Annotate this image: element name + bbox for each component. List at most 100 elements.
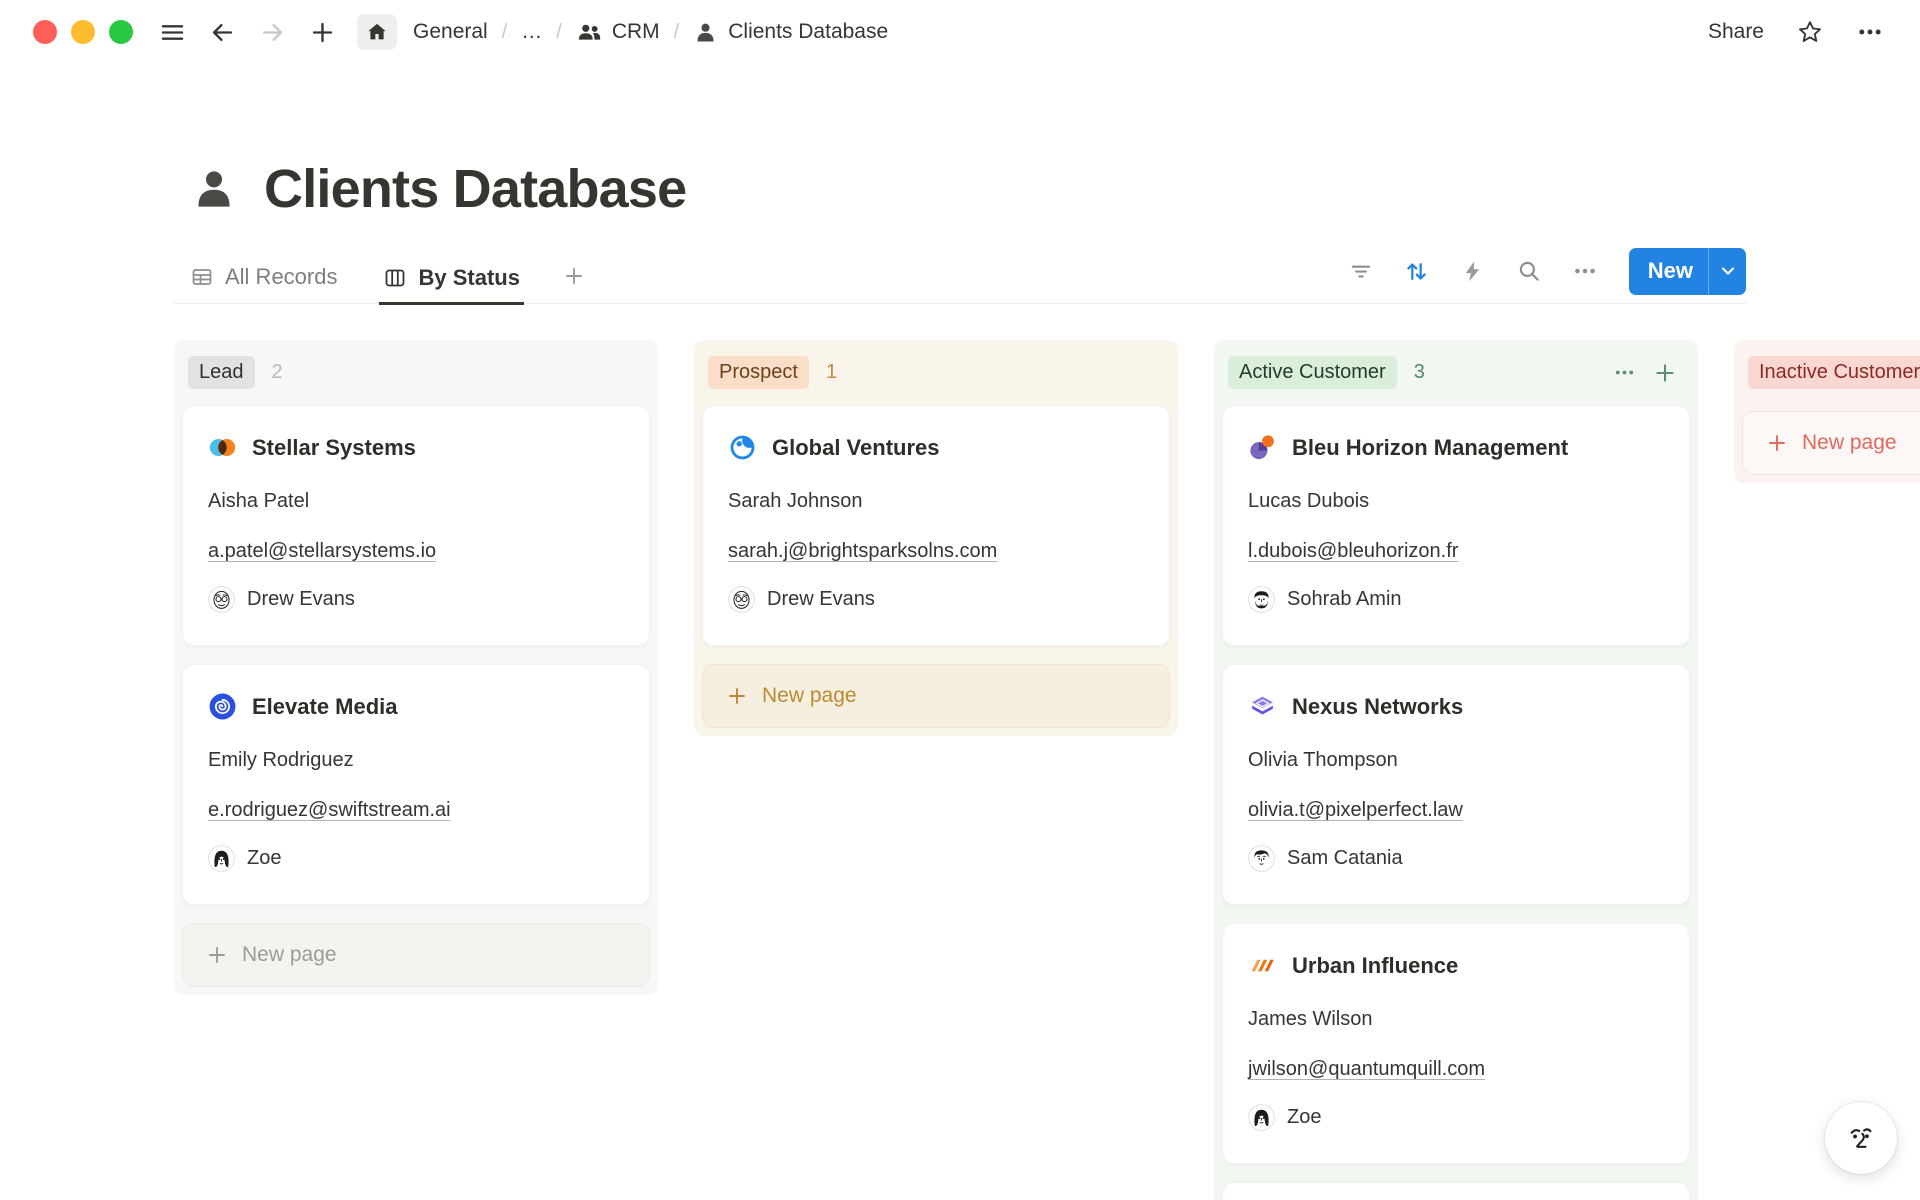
avatar-sam-catania: [1248, 845, 1275, 872]
stellar-systems-logo-icon: [208, 433, 237, 462]
card-urban-influence[interactable]: Urban InfluenceJames Wilsonjwilson@quant…: [1222, 923, 1690, 1164]
page-title: Clients Database: [264, 158, 686, 220]
card-nexus-networks[interactable]: Nexus NetworksOlivia Thompsonolivia.t@pi…: [1222, 664, 1690, 905]
add-view-button[interactable]: [562, 264, 586, 303]
tab-all-records[interactable]: All Records: [186, 264, 341, 303]
share-button[interactable]: Share: [1708, 20, 1764, 44]
new-page-label: New page: [762, 684, 857, 708]
new-page-button[interactable]: New page: [182, 923, 650, 987]
card-title-row: Urban Influence: [1248, 951, 1664, 980]
card-contact-name: Aisha Patel: [208, 490, 624, 513]
new-button-dropdown[interactable]: [1709, 248, 1746, 295]
card-owner-row: Zoe: [1248, 1104, 1664, 1131]
column-count: 1: [826, 361, 837, 384]
view-more-icon[interactable]: [1571, 257, 1599, 285]
breadcrumb-item-crm[interactable]: CRM: [576, 19, 660, 45]
avatar-sohrab-amin: [1248, 586, 1275, 613]
card-email-link[interactable]: jwilson@quantumquill.com: [1248, 1058, 1485, 1080]
breadcrumb-label: Clients Database: [728, 20, 888, 44]
face-icon: [1839, 1116, 1883, 1160]
card-email-link[interactable]: olivia.t@pixelperfect.law: [1248, 799, 1463, 821]
card-email-row: olivia.t@pixelperfect.law: [1248, 799, 1664, 822]
breadcrumb-label: CRM: [612, 20, 660, 44]
column-count: 2: [272, 361, 283, 384]
home-icon[interactable]: [357, 14, 397, 50]
window-minimize-button[interactable]: [71, 20, 95, 44]
elevate-media-logo-icon: [208, 692, 237, 721]
breadcrumb-label: General: [413, 20, 488, 44]
person-icon: [190, 165, 238, 213]
window-close-button[interactable]: [33, 20, 57, 44]
forward-button[interactable]: [257, 17, 287, 47]
plus-icon: [1765, 431, 1789, 455]
window-titlebar: General / … / CRM / Clients Database Sha…: [0, 0, 1920, 64]
view-toolbar: New: [1347, 246, 1746, 296]
card-email-link[interactable]: sarah.j@brightsparksolns.com: [728, 540, 997, 562]
column-status-tag[interactable]: Prospect: [708, 356, 809, 389]
breadcrumb-item-collapsed[interactable]: …: [521, 20, 542, 44]
card-elevate-media[interactable]: Elevate MediaEmily Rodrigueze.rodriguez@…: [182, 664, 650, 905]
new-page-button[interactable]: New page: [702, 664, 1170, 728]
new-page-button[interactable]: New page: [1742, 411, 1920, 475]
column-add-icon[interactable]: [1652, 360, 1678, 386]
favorite-star-icon[interactable]: [1796, 18, 1824, 46]
card-company-name: Elevate Media: [252, 694, 398, 720]
sidebar-toggle-icon[interactable]: [157, 17, 187, 47]
back-button[interactable]: [207, 17, 237, 47]
card-email-row: a.patel@stellarsystems.io: [208, 540, 624, 563]
plus-icon: [205, 943, 229, 967]
card-company-name: Nexus Networks: [1292, 694, 1463, 720]
card-email-row: sarah.j@brightsparksolns.com: [728, 540, 1144, 563]
card-owner-row: Drew Evans: [208, 586, 624, 613]
card-company-name: Bleu Horizon Management: [1292, 435, 1568, 461]
breadcrumb-item-general[interactable]: General: [413, 20, 488, 44]
card-title-row: Stellar Systems: [208, 433, 624, 462]
card-email-link[interactable]: l.dubois@bleuhorizon.fr: [1248, 540, 1458, 562]
card-bleu-horizon[interactable]: Bleu Horizon Management Lucas Dubois l.dub…: [1222, 405, 1690, 646]
tab-label: All Records: [225, 264, 337, 290]
person-icon: [693, 20, 718, 45]
card-title-row: Nexus Networks: [1248, 692, 1664, 721]
sort-icon-button[interactable]: [1403, 257, 1431, 285]
breadcrumb-separator: /: [502, 21, 508, 44]
table-view-icon: [190, 265, 214, 289]
card-email-row: e.rodriguez@swiftstream.ai: [208, 799, 624, 822]
new-page-label: New page: [1802, 431, 1897, 455]
page-header: Clients Database: [190, 158, 686, 220]
card-email-link[interactable]: a.patel@stellarsystems.io: [208, 540, 436, 562]
card-owner-name: Zoe: [1287, 1106, 1321, 1129]
tab-by-status[interactable]: By Status: [379, 265, 523, 305]
notion-face-button[interactable]: [1825, 1102, 1897, 1174]
new-page-label: New page: [242, 943, 337, 967]
card-stellar-systems[interactable]: Stellar Systems Aisha Patel a.patel@stella…: [182, 405, 650, 646]
window-more-button[interactable]: [1856, 18, 1884, 46]
card-contact-name: Lucas Dubois: [1248, 490, 1664, 513]
column-inactive-customer: Inactive Customer New page: [1734, 340, 1920, 483]
new-button: New: [1629, 248, 1746, 295]
card-owner-name: Drew Evans: [767, 588, 875, 611]
global-ventures-logo-icon: [728, 433, 757, 462]
breadcrumb-item-clients-database[interactable]: Clients Database: [693, 20, 888, 45]
filter-icon[interactable]: [1347, 257, 1375, 285]
card-title-row: Bleu Horizon Management: [1248, 433, 1664, 462]
card-global-ventures[interactable]: Global VenturesSarah Johnsonsarah.j@brig…: [702, 405, 1170, 646]
card-email-link[interactable]: e.rodriguez@swiftstream.ai: [208, 799, 451, 821]
column-status-tag[interactable]: Inactive Customer: [1748, 356, 1920, 389]
new-tab-button[interactable]: [307, 17, 337, 47]
avatar-zoe: [1248, 1104, 1275, 1131]
column-status-tag[interactable]: Lead: [188, 356, 255, 389]
column-more-icon[interactable]: [1613, 361, 1636, 384]
card-title-row: Global Ventures: [728, 433, 1144, 462]
column-header: Active Customer3: [1222, 348, 1690, 405]
window-zoom-button[interactable]: [109, 20, 133, 44]
search-icon[interactable]: [1515, 257, 1543, 285]
card-title-row: Elevate Media: [208, 692, 624, 721]
plus-icon: [725, 684, 749, 708]
new-record-button[interactable]: New: [1629, 248, 1708, 295]
column-status-tag[interactable]: Active Customer: [1228, 356, 1397, 389]
card-partial[interactable]: [1222, 1182, 1690, 1200]
avatar-drew-evans: [208, 586, 235, 613]
column-header: Lead 2: [182, 348, 650, 405]
automation-icon[interactable]: [1459, 257, 1487, 285]
bleu-horizon-logo-icon: [1248, 433, 1277, 462]
